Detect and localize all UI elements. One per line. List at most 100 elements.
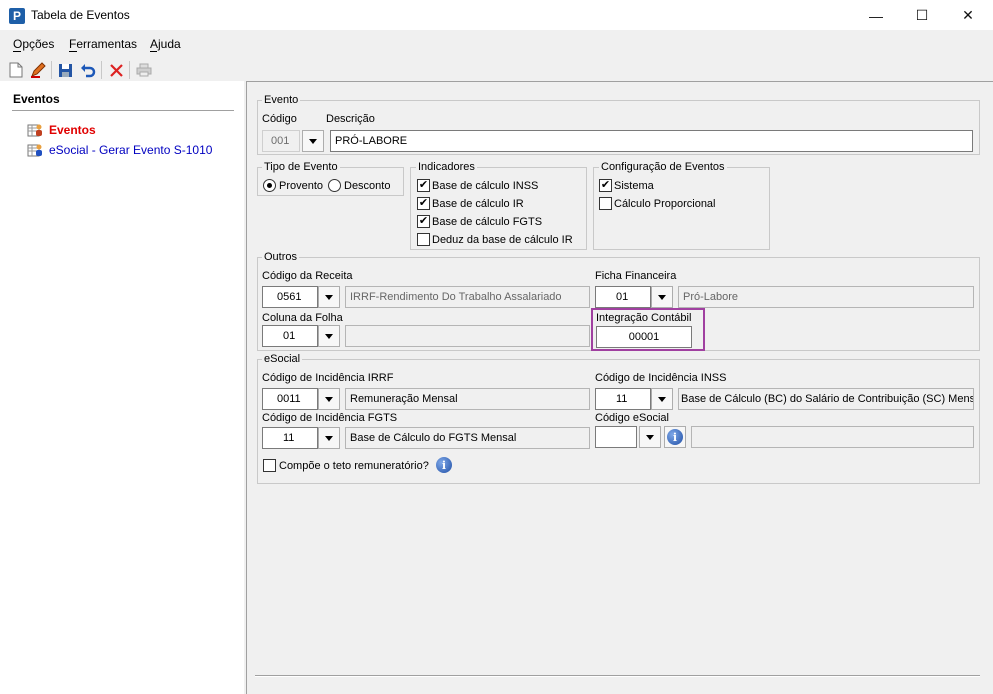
chevron-down-icon bbox=[658, 396, 666, 402]
group-title-evento: Evento bbox=[262, 94, 301, 106]
table-people-icon bbox=[27, 142, 43, 158]
codigo-receita-field[interactable]: 0561 bbox=[262, 286, 318, 308]
radio-button[interactable] bbox=[328, 179, 341, 192]
group-title-configuracao: Configuração de Eventos bbox=[599, 161, 727, 173]
chevron-down-icon bbox=[309, 138, 317, 144]
checkbox[interactable]: ✔ bbox=[417, 197, 430, 210]
ficha-financeira-field[interactable]: 01 bbox=[595, 286, 651, 308]
codigo-dropdown-button[interactable] bbox=[302, 130, 324, 152]
group-title-outros: Outros bbox=[262, 251, 300, 263]
new-button[interactable] bbox=[7, 61, 25, 79]
coluna-folha-field[interactable]: 01 bbox=[262, 325, 318, 347]
checkbox-calculo-proporcional[interactable]: Cálculo Proporcional bbox=[599, 197, 716, 210]
minimize-button[interactable]: — bbox=[853, 0, 899, 31]
radio-provento[interactable]: Provento bbox=[263, 179, 323, 192]
undo-button[interactable] bbox=[79, 61, 97, 79]
checkbox[interactable]: ✔ bbox=[417, 215, 430, 228]
sidebar-item-eventos[interactable]: Eventos bbox=[27, 122, 96, 138]
menu-opcoes[interactable]: Opções bbox=[13, 37, 54, 51]
menu-bar bbox=[0, 31, 993, 55]
delete-button[interactable] bbox=[107, 61, 125, 79]
chevron-down-icon bbox=[325, 294, 333, 300]
checkbox-ir[interactable]: ✔ Base de cálculo IR bbox=[417, 197, 524, 210]
edit-button[interactable] bbox=[29, 61, 47, 79]
checkbox-deduz-ir[interactable]: Deduz da base de cálculo IR bbox=[417, 233, 573, 246]
chevron-down-icon bbox=[646, 434, 654, 440]
checkbox-label: Compõe o teto remuneratório? bbox=[279, 459, 429, 472]
incidencia-inss-dropdown-button[interactable] bbox=[651, 388, 673, 410]
print-button[interactable] bbox=[135, 61, 153, 79]
close-button[interactable]: ✕ bbox=[945, 0, 991, 31]
printer-icon bbox=[136, 63, 152, 77]
checkbox-fgts[interactable]: ✔ Base de cálculo FGTS bbox=[417, 215, 542, 228]
save-button[interactable] bbox=[56, 61, 74, 79]
checkbox-compoe-teto[interactable]: Compõe o teto remuneratório? bbox=[263, 459, 429, 472]
checkbox-label: Sistema bbox=[614, 179, 654, 192]
incidencia-irrf-dropdown-button[interactable] bbox=[318, 388, 340, 410]
incidencia-fgts-dropdown-button[interactable] bbox=[318, 427, 340, 449]
window-title: Tabela de Eventos bbox=[31, 8, 130, 22]
sidebar-item-esocial[interactable]: eSocial - Gerar Evento S-1010 bbox=[27, 142, 212, 158]
group-title-esocial: eSocial bbox=[262, 353, 303, 365]
app-icon: P bbox=[9, 8, 25, 24]
title-bar bbox=[0, 0, 993, 31]
sidebar-divider bbox=[12, 110, 234, 111]
close-icon: ✕ bbox=[962, 7, 974, 23]
checkbox-label: Base de cálculo IR bbox=[432, 197, 524, 210]
ficha-financeira-dropdown-button[interactable] bbox=[651, 286, 673, 308]
maximize-icon: ☐ bbox=[915, 7, 929, 23]
checkbox-sistema[interactable]: ✔ Sistema bbox=[599, 179, 654, 192]
chevron-down-icon bbox=[325, 435, 333, 441]
checkbox-label: Deduz da base de cálculo IR bbox=[432, 233, 573, 246]
incidencia-inss-label: Código de Incidência INSS bbox=[595, 372, 727, 384]
incidencia-inss-description: Base de Cálculo (BC) do Salário de Contr… bbox=[678, 388, 974, 410]
checkbox[interactable]: ✔ bbox=[417, 179, 430, 192]
radio-button[interactable] bbox=[263, 179, 276, 192]
codigo-esocial-dropdown-button[interactable] bbox=[639, 426, 661, 448]
codigo-esocial-label: Código eSocial bbox=[595, 412, 669, 424]
sidebar-item-label: Eventos bbox=[49, 123, 96, 137]
bottom-separator-highlight bbox=[255, 676, 980, 677]
save-floppy-icon bbox=[58, 63, 72, 77]
info-icon[interactable]: i bbox=[436, 457, 452, 473]
checkbox[interactable] bbox=[417, 233, 430, 246]
incidencia-irrf-field[interactable]: 0011 bbox=[262, 388, 318, 410]
coluna-folha-dropdown-button[interactable] bbox=[318, 325, 340, 347]
menu-ferramentas[interactable]: Ferramentas bbox=[69, 37, 137, 51]
codigo-esocial-description bbox=[691, 426, 974, 448]
delete-x-icon bbox=[109, 63, 123, 77]
chevron-down-icon bbox=[325, 396, 333, 402]
group-title-indicadores: Indicadores bbox=[416, 161, 477, 173]
checkbox-label: Base de cálculo FGTS bbox=[432, 215, 543, 228]
integracao-contabil-label: Integração Contábil bbox=[596, 312, 692, 324]
integracao-contabil-field[interactable]: 00001 bbox=[596, 326, 692, 348]
group-title-tipo: Tipo de Evento bbox=[262, 161, 340, 173]
incidencia-irrf-label: Código de Incidência IRRF bbox=[262, 372, 394, 384]
radio-desconto[interactable]: Desconto bbox=[328, 179, 390, 192]
edit-pencil-icon bbox=[31, 62, 46, 78]
incidencia-fgts-field[interactable]: 11 bbox=[262, 427, 318, 449]
coluna-folha-label: Coluna da Folha bbox=[262, 312, 343, 324]
codigo-receita-dropdown-button[interactable] bbox=[318, 286, 340, 308]
codigo-field[interactable]: 001 bbox=[262, 130, 300, 152]
minimize-icon: — bbox=[869, 7, 883, 24]
checkbox[interactable] bbox=[263, 459, 276, 472]
chevron-down-icon bbox=[325, 333, 333, 339]
table-people-icon bbox=[27, 122, 43, 138]
menu-ajuda[interactable]: Ajuda bbox=[150, 37, 181, 51]
checkbox[interactable] bbox=[599, 197, 612, 210]
codigo-esocial-field[interactable] bbox=[595, 426, 637, 448]
descricao-field[interactable]: PRÓ-LABORE bbox=[330, 130, 973, 152]
ficha-financeira-description: Pró-Labore bbox=[678, 286, 974, 308]
codigo-esocial-info-button[interactable]: i bbox=[664, 426, 686, 448]
left-navigation-pane bbox=[0, 81, 244, 694]
codigo-label: Código bbox=[262, 113, 297, 125]
checkbox-inss[interactable]: ✔ Base de cálculo INSS bbox=[417, 179, 538, 192]
incidencia-irrf-description: Remuneração Mensal bbox=[345, 388, 590, 410]
maximize-button[interactable]: ☐ bbox=[899, 0, 945, 31]
incidencia-inss-field[interactable]: 11 bbox=[595, 388, 651, 410]
checkbox[interactable]: ✔ bbox=[599, 179, 612, 192]
descricao-label: Descrição bbox=[326, 113, 375, 125]
info-icon: i bbox=[667, 429, 683, 445]
coluna-folha-description bbox=[345, 325, 590, 347]
